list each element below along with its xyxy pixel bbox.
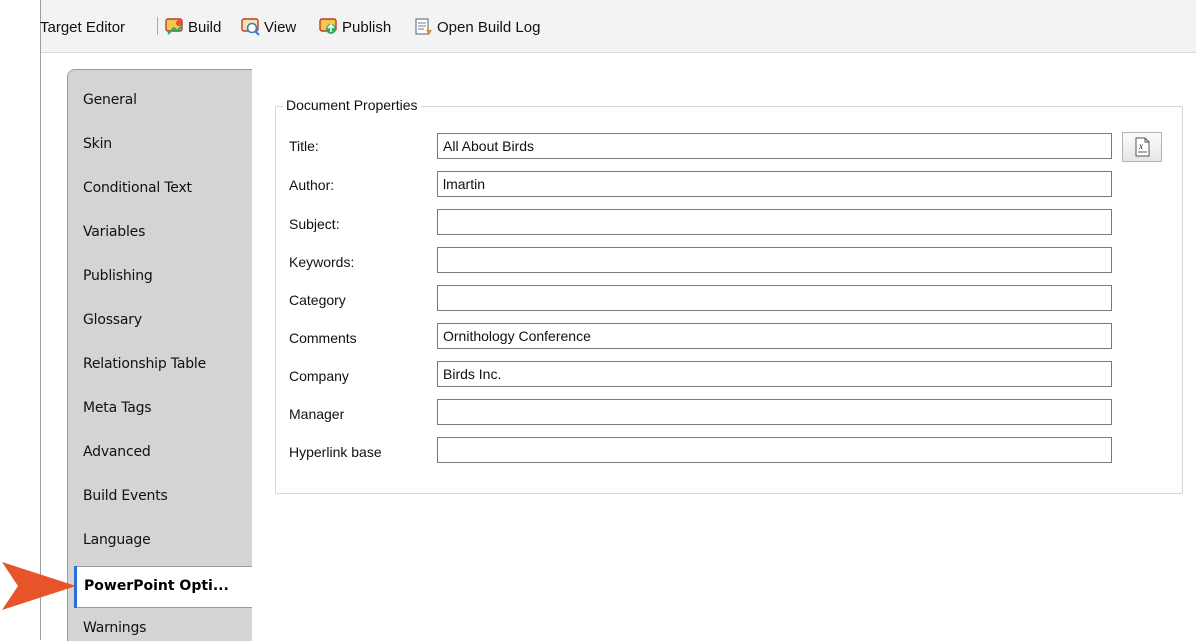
tab-powerpoint-options-label: PowerPoint Opti...: [84, 578, 229, 594]
comments-input[interactable]: [437, 323, 1112, 349]
publish-icon: [319, 18, 337, 34]
keywords-label: Keywords:: [289, 254, 355, 270]
tab-general[interactable]: General: [83, 92, 253, 112]
publish-button[interactable]: Publish: [319, 16, 391, 38]
insert-file-property-button[interactable]: x: [1122, 132, 1162, 162]
company-input[interactable]: [437, 361, 1112, 387]
tab-conditional-text[interactable]: Conditional Text: [83, 180, 253, 200]
view-label: View: [264, 18, 297, 36]
subject-input[interactable]: [437, 209, 1112, 235]
hyperlink-base-label: Hyperlink base: [289, 444, 382, 460]
company-label: Company: [289, 368, 349, 384]
open-build-log-button[interactable]: Open Build Log: [414, 16, 540, 38]
manager-input[interactable]: [437, 399, 1112, 425]
view-button[interactable]: View: [241, 16, 296, 38]
tab-language[interactable]: Language: [83, 532, 253, 552]
build-log-icon: [415, 18, 432, 35]
tab-relationship-table[interactable]: Relationship Table: [83, 356, 253, 376]
document-properties-legend: Document Properties: [283, 97, 421, 113]
tab-warnings[interactable]: Warnings: [83, 620, 253, 640]
document-x-icon: x: [1135, 137, 1150, 157]
author-label: Author:: [289, 177, 335, 193]
subject-label: Subject:: [289, 216, 340, 232]
svg-text:x: x: [1138, 141, 1143, 151]
build-icon: [165, 18, 183, 35]
tab-glossary[interactable]: Glossary: [83, 312, 253, 332]
hyperlink-base-input[interactable]: [437, 437, 1112, 463]
frame-border: [40, 0, 41, 640]
title-label: Title:: [289, 138, 319, 154]
category-label: Category: [289, 292, 346, 308]
tab-advanced[interactable]: Advanced: [83, 444, 253, 464]
tab-publishing[interactable]: Publishing: [83, 268, 253, 288]
open-build-log-label: Open Build Log: [437, 18, 541, 36]
view-icon: [241, 18, 260, 36]
author-input[interactable]: [437, 171, 1112, 197]
target-editor-toolbar: Target Editor Build View Publish Open Bu…: [40, 0, 1196, 53]
build-label: Build: [188, 18, 222, 36]
tab-variables[interactable]: Variables: [83, 224, 253, 244]
tab-meta-tags[interactable]: Meta Tags: [83, 400, 253, 420]
publish-label: Publish: [342, 18, 392, 36]
manager-label: Manager: [289, 406, 345, 422]
title-input[interactable]: [437, 133, 1112, 159]
toolbar-title: Target Editor: [40, 18, 126, 36]
tab-skin[interactable]: Skin: [83, 136, 253, 156]
toolbar-separator: [157, 17, 158, 35]
keywords-input[interactable]: [437, 247, 1112, 273]
build-button[interactable]: Build: [165, 16, 221, 38]
category-input[interactable]: [437, 285, 1112, 311]
pointer-arrow-icon: [2, 562, 76, 610]
tab-build-events[interactable]: Build Events: [83, 488, 253, 508]
comments-label: Comments: [289, 330, 357, 346]
